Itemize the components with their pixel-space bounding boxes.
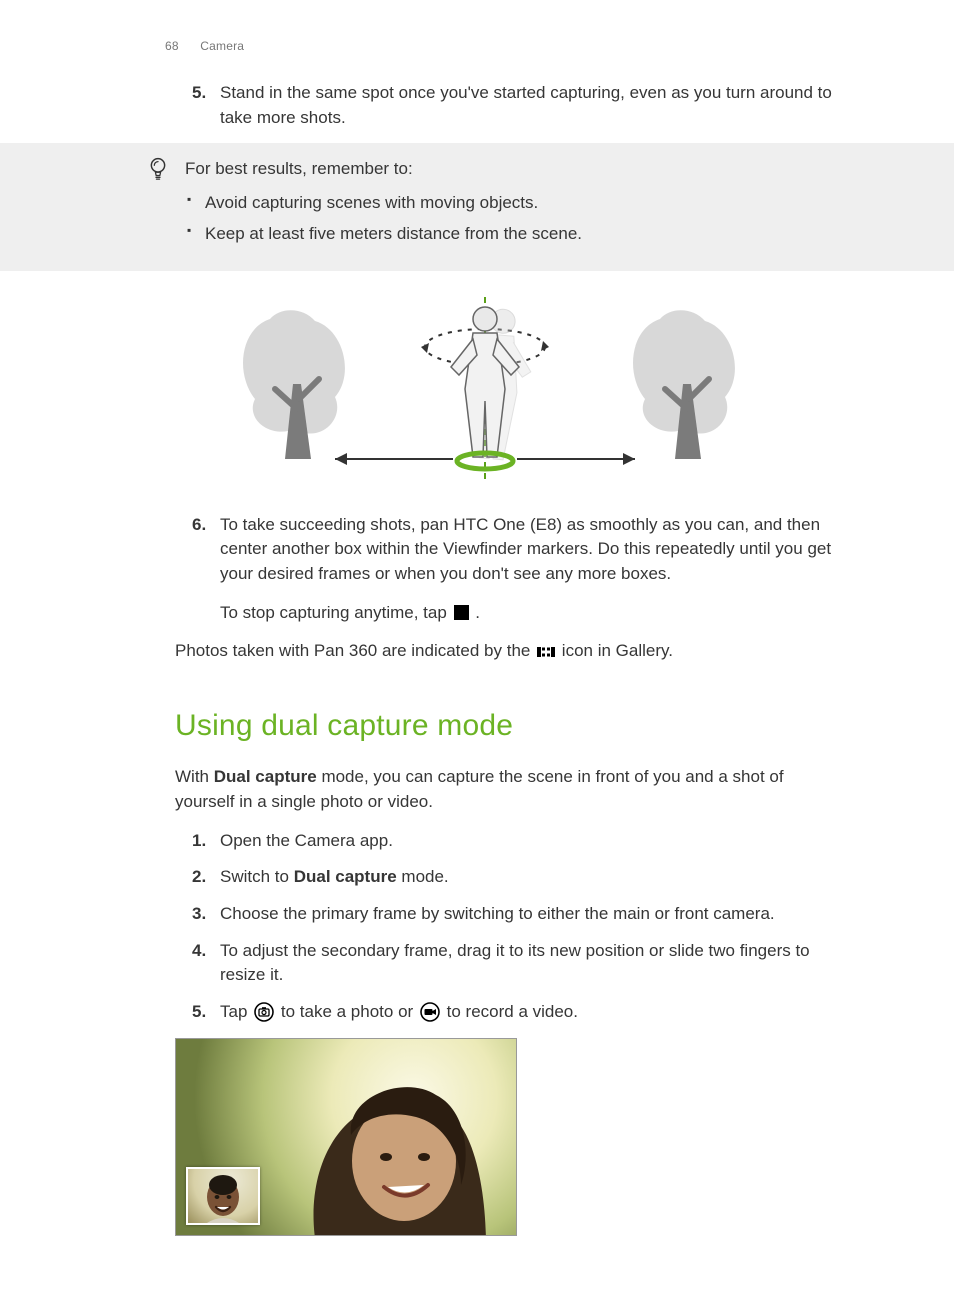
dual-capture-intro: With Dual capture mode, you can capture … — [175, 765, 834, 814]
pan360-diagram — [225, 289, 745, 489]
stop-icon — [454, 605, 469, 620]
dual-intro-before: With — [175, 767, 214, 786]
video-record-icon — [420, 1002, 440, 1022]
step-6-text: To take succeeding shots, pan HTC One (E… — [220, 515, 831, 583]
dual-step-1-text: Open the Camera app. — [220, 831, 393, 850]
dual-step-2-after: mode. — [397, 867, 449, 886]
dual-step-4-text: To adjust the secondary frame, drag it t… — [220, 941, 810, 985]
step-5-text: Stand in the same spot once you've start… — [220, 83, 832, 127]
dual-step-5-c: to record a video. — [442, 1002, 578, 1021]
pano-note-before: Photos taken with Pan 360 are indicated … — [175, 641, 535, 660]
dual-step-3-text: Choose the primary frame by switching to… — [220, 904, 775, 923]
pan360-icon — [537, 645, 555, 659]
camera-shutter-icon — [254, 1002, 274, 1022]
lightbulb-icon — [148, 157, 168, 181]
dual-capture-sample-image — [175, 1038, 517, 1236]
section-heading-dual-capture: Using dual capture mode — [175, 704, 834, 748]
dual-step-4: To adjust the secondary frame, drag it t… — [220, 939, 834, 988]
step-6: To take succeeding shots, pan HTC One (E… — [220, 513, 834, 626]
pan360-gallery-note: Photos taken with Pan 360 are indicated … — [175, 639, 834, 664]
dual-step-5-b: to take a photo or — [276, 1002, 418, 1021]
sample-main-subject — [286, 1065, 496, 1236]
ordered-list-dual-capture: Open the Camera app. Switch to Dual capt… — [135, 829, 834, 1025]
tip-callout: For best results, remember to: Avoid cap… — [0, 143, 954, 271]
ordered-list-pan360-cont: To take succeeding shots, pan HTC One (E… — [135, 513, 834, 626]
dual-step-5: Tap to take a photo or to record a video… — [220, 1000, 834, 1025]
sample-inset-subject — [196, 1171, 250, 1225]
sample-inset-frame — [186, 1167, 260, 1225]
tip-intro: For best results, remember to: — [185, 157, 834, 182]
dual-intro-bold: Dual capture — [214, 767, 317, 786]
tip-bullet-2: Keep at least five meters distance from … — [205, 222, 834, 247]
pano-note-after: icon in Gallery. — [557, 641, 673, 660]
step-6-extra-after: . — [471, 603, 480, 622]
dual-step-1: Open the Camera app. — [220, 829, 834, 854]
dual-step-3: Choose the primary frame by switching to… — [220, 902, 834, 927]
dual-step-2: Switch to Dual capture mode. — [220, 865, 834, 890]
dual-step-2-before: Switch to — [220, 867, 294, 886]
running-header: 68 Camera — [165, 38, 834, 55]
page-number: 68 — [165, 39, 179, 53]
dual-step-5-a: Tap — [220, 1002, 252, 1021]
ordered-list-pan360: Stand in the same spot once you've start… — [135, 81, 834, 130]
step-6-extra: To stop capturing anytime, tap . — [220, 601, 834, 626]
dual-step-2-bold: Dual capture — [294, 867, 397, 886]
tip-bullet-1: Avoid capturing scenes with moving objec… — [205, 191, 834, 216]
step-5: Stand in the same spot once you've start… — [220, 81, 834, 130]
step-6-extra-before: To stop capturing anytime, tap — [220, 603, 452, 622]
tip-bullet-list: Avoid capturing scenes with moving objec… — [185, 191, 834, 246]
section-name: Camera — [200, 39, 244, 53]
